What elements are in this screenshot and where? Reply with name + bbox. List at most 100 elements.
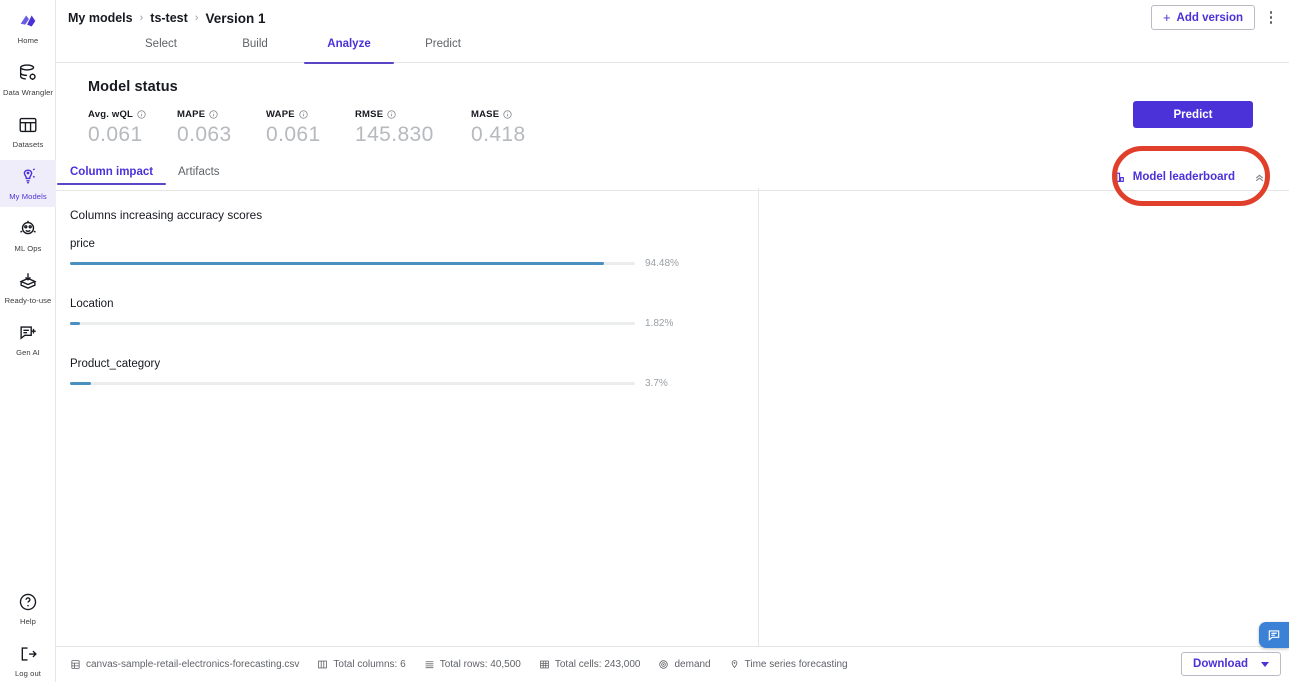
add-version-button[interactable]: + Add version xyxy=(1150,5,1255,30)
metric-value: 0.063 xyxy=(177,123,232,146)
my-models-icon xyxy=(23,168,35,184)
tab-label: Column impact xyxy=(70,166,154,178)
breadcrumb-my-models[interactable]: My models xyxy=(68,11,133,25)
metric-rmse: RMSE 145.830 xyxy=(355,109,471,148)
sidebar-label-home: Home xyxy=(17,36,39,45)
ready-to-use-icon xyxy=(19,273,37,289)
breadcrumb: My models › ts-test › Version 1 xyxy=(56,11,266,26)
sidebar-item-gen-ai[interactable]: Gen AI xyxy=(0,316,56,363)
predict-button[interactable]: Predict xyxy=(1133,101,1253,128)
analysis-tabs: Column impact Artifacts Model leaderboar… xyxy=(56,164,1289,191)
target-icon xyxy=(659,660,669,669)
breadcrumb-separator: › xyxy=(139,12,144,24)
tab-column-impact[interactable]: Column impact xyxy=(56,166,167,185)
metric-value: 0.061 xyxy=(88,123,143,146)
footer-chip-target: demand xyxy=(658,659,711,670)
plus-icon: + xyxy=(1162,10,1171,25)
footer-chip-file: canvas-sample-retail-electronics-forecas… xyxy=(70,659,299,670)
impact-bar-row: Location 1.82% xyxy=(70,298,758,329)
metric-label: WAPE xyxy=(266,109,295,120)
impact-bar-row: Product_category 3.7% xyxy=(70,358,758,389)
footer-chip-label: Total rows: 40,500 xyxy=(439,659,521,670)
metric-label: RMSE xyxy=(355,109,384,120)
impact-bar-row: price 94.48% xyxy=(70,238,758,269)
impact-bar-value: 3.7% xyxy=(645,378,668,389)
sidebar-item-datasets[interactable]: Datasets xyxy=(0,108,56,155)
breadcrumb-ts-test[interactable]: ts-test xyxy=(150,11,188,25)
sidebar-item-home[interactable]: Home xyxy=(0,4,56,51)
file-table-icon xyxy=(71,660,80,669)
home-logo-icon xyxy=(20,15,36,27)
chevron-down-icon xyxy=(1261,661,1269,667)
column-impact-panel: Columns increasing accuracy scores price… xyxy=(56,188,759,646)
sidebar-label-data-wrangler: Data Wrangler xyxy=(2,88,54,97)
step-label: Predict xyxy=(425,38,461,50)
footer-chip-label: demand xyxy=(674,659,711,670)
sidebar-label-ml-ops: ML Ops xyxy=(14,244,42,253)
step-predict[interactable]: Predict xyxy=(388,36,498,63)
model-leaderboard-label: Model leaderboard xyxy=(1132,171,1235,183)
main-content: My models › ts-test › Version 1 + Add ve… xyxy=(56,0,1289,682)
page-title: Model status xyxy=(88,79,178,95)
sidebar-item-data-wrangler[interactable]: Data Wrangler xyxy=(0,56,56,103)
metric-label: MAPE xyxy=(177,109,206,120)
top-bar-actions: + Add version xyxy=(1150,5,1281,30)
top-bar: My models › ts-test › Version 1 + Add ve… xyxy=(56,0,1289,36)
step-label: Analyze xyxy=(327,38,371,50)
footer-chip-rows: Total rows: 40,500 xyxy=(424,659,521,670)
workflow-steps: Select Build Analyze Predict xyxy=(56,36,1289,64)
info-icon[interactable] xyxy=(387,110,396,119)
help-circle-icon xyxy=(19,593,37,611)
breadcrumb-separator: › xyxy=(194,12,199,24)
chat-launcher-button[interactable] xyxy=(1259,622,1289,648)
info-icon[interactable] xyxy=(503,110,512,119)
metrics-row: Avg. wQL 0.061 MAPE 0.063 WAPE 0.061 RMS… xyxy=(88,109,1289,148)
chat-bubble-icon xyxy=(1268,630,1280,641)
metric-label: MASE xyxy=(471,109,500,120)
sidebar-label-log-out: Log out xyxy=(14,669,42,678)
footer-chip-label: Total columns: 6 xyxy=(333,659,406,670)
more-options-icon[interactable] xyxy=(1261,6,1281,30)
step-label: Select xyxy=(145,38,177,50)
sidebar-label-datasets: Datasets xyxy=(12,140,44,149)
analysis-empty-area xyxy=(759,188,1289,646)
sidebar-item-my-models[interactable]: My Models xyxy=(0,160,56,207)
tab-artifacts[interactable]: Artifacts xyxy=(178,166,220,178)
data-wrangler-icon xyxy=(19,64,36,80)
sidebar-item-ready-to-use[interactable]: Ready-to-use xyxy=(0,264,56,311)
impact-column-name: Location xyxy=(70,298,114,310)
impact-bar-value: 94.48% xyxy=(645,258,679,269)
model-leaderboard-button[interactable]: Model leaderboard xyxy=(1111,164,1266,190)
column-impact-title: Columns increasing accuracy scores xyxy=(70,208,263,222)
analysis-panel: Columns increasing accuracy scores price… xyxy=(56,188,1289,646)
sidebar-item-help[interactable]: Help xyxy=(0,585,56,632)
bar-chart-icon xyxy=(1112,172,1124,182)
dataset-footer: canvas-sample-retail-electronics-forecas… xyxy=(56,646,1289,682)
step-label: Build xyxy=(242,38,268,50)
impact-bar-value: 1.82% xyxy=(645,318,674,329)
chevron-up-icon[interactable] xyxy=(1253,171,1266,184)
download-button[interactable]: Download xyxy=(1181,652,1281,676)
datasets-icon xyxy=(19,117,37,133)
info-icon[interactable] xyxy=(299,110,308,119)
impact-column-name: Product_category xyxy=(70,358,161,370)
info-icon[interactable] xyxy=(209,110,218,119)
impact-bar-track xyxy=(70,261,635,266)
metric-value: 0.061 xyxy=(266,123,321,146)
metric-wape: WAPE 0.061 xyxy=(266,109,355,148)
sidebar-item-ml-ops[interactable]: ML Ops xyxy=(0,212,56,259)
rows-icon xyxy=(425,661,434,669)
column-impact-chart: price 94.48% Location 1.82% Product_cate… xyxy=(70,238,758,389)
footer-chip-problem-type: Time series forecasting xyxy=(729,659,848,670)
cells-icon xyxy=(540,660,549,669)
sidebar-label-my-models: My Models xyxy=(9,192,47,201)
left-nav-rail: Home Data Wrangler Datasets My Models ML… xyxy=(0,0,56,682)
forecast-icon xyxy=(731,660,737,669)
sidebar-label-gen-ai: Gen AI xyxy=(16,348,40,357)
tab-label: Artifacts xyxy=(178,166,220,178)
metric-label: Avg. wQL xyxy=(88,109,134,120)
info-icon[interactable] xyxy=(137,110,146,119)
sidebar-item-log-out[interactable]: Log out xyxy=(0,637,56,682)
metric-mape: MAPE 0.063 xyxy=(177,109,266,148)
impact-bar-fill xyxy=(70,321,81,326)
